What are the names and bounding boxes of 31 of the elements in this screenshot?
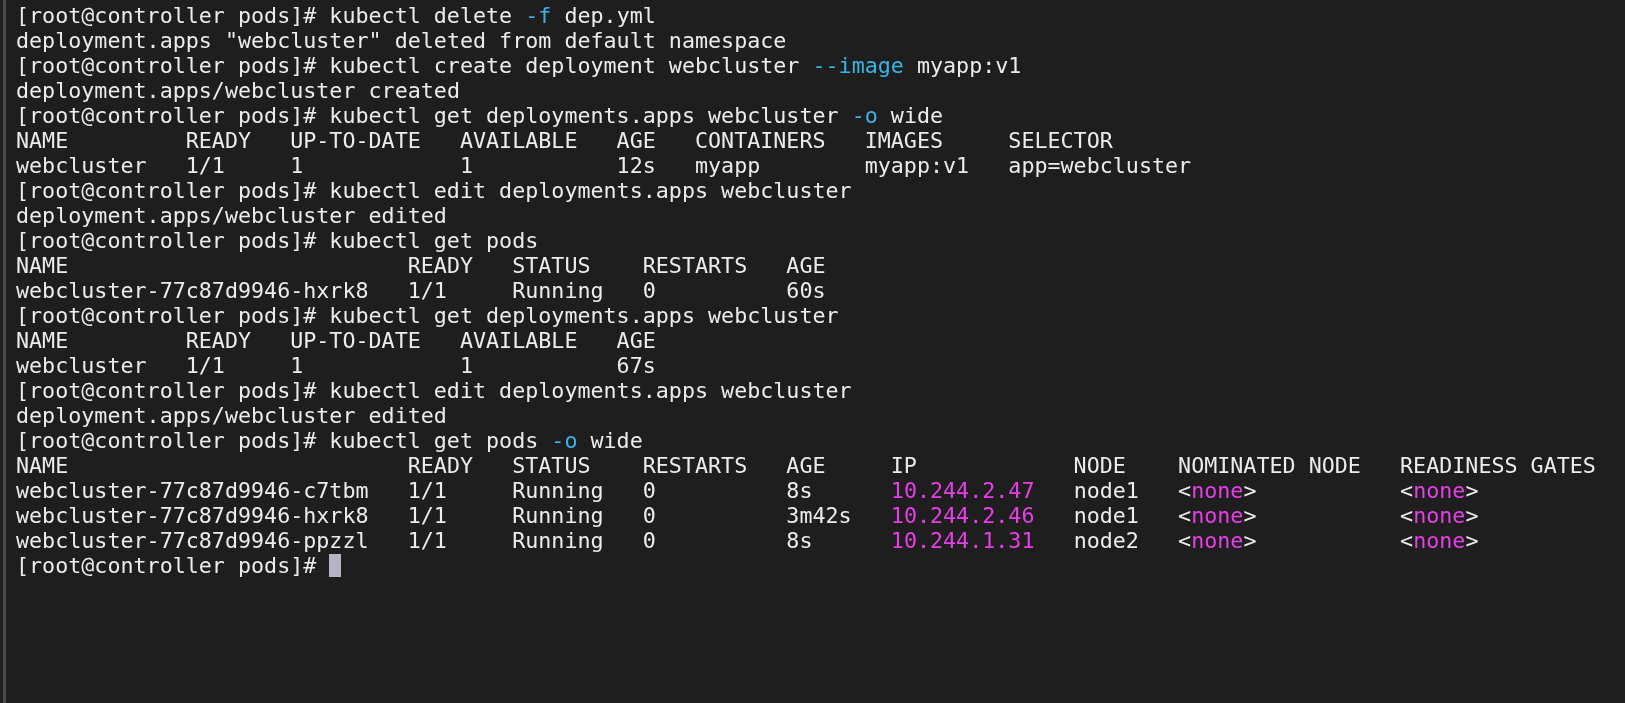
prompt-text: [root@controller pods]# — [16, 378, 317, 403]
prompt-text: [root@controller pods]# — [16, 428, 317, 453]
output-line: deployment.apps "webcluster" deleted from default namespace — [16, 28, 787, 53]
command-text: kubectl create deployment webcluster --image myapp:v1 — [329, 53, 1022, 78]
prompt-text: [root@controller pods]# — [16, 3, 317, 28]
prompt-text: [root@controller pods]# — [16, 103, 317, 128]
output-line: webcluster-77c87d9946-hxrk8 1/1 Running 0 3m42s 10.244.2.46 node1 <none> <none> — [16, 503, 1479, 528]
command-text: kubectl delete -f dep.yml — [329, 3, 656, 28]
output-line: deployment.apps/webcluster created — [16, 78, 460, 103]
output-line: NAME READY STATUS RESTARTS AGE — [16, 253, 826, 278]
prompt-text: [root@controller pods]# — [16, 228, 317, 253]
command-text: kubectl get pods -o wide — [329, 428, 643, 453]
output-line: NAME READY STATUS RESTARTS AGE IP NODE NOMINATED NODE READINESS GATES — [16, 453, 1596, 478]
command-text: kubectl edit deployments.apps webcluster — [329, 378, 852, 403]
output-line: webcluster 1/1 1 1 12s myapp myapp:v1 app=webcluster — [16, 153, 1192, 178]
output-line: webcluster-77c87d9946-c7tbm 1/1 Running 0 8s 10.244.2.47 node1 <none> <none> — [16, 478, 1479, 503]
output-line: NAME READY UP-TO-DATE AVAILABLE AGE CONTAINERS IMAGES SELECTOR — [16, 128, 1113, 153]
output-line: webcluster-77c87d9946-hxrk8 1/1 Running 0 60s — [16, 278, 826, 303]
output-line: deployment.apps/webcluster edited — [16, 203, 447, 228]
command-text: kubectl edit deployments.apps webcluster — [329, 178, 852, 203]
command-text: kubectl get deployments.apps webcluster — [329, 303, 839, 328]
prompt-text: [root@controller pods]# — [16, 553, 317, 578]
command-text: kubectl get deployments.apps webcluster -o wide — [329, 103, 944, 128]
prompt-text: [root@controller pods]# — [16, 303, 317, 328]
output-line: webcluster 1/1 1 1 67s — [16, 353, 656, 378]
prompt-text: [root@controller pods]# — [16, 53, 317, 78]
command-text: kubectl get pods — [329, 228, 539, 253]
output-line: webcluster-77c87d9946-ppzzl 1/1 Running 0 8s 10.244.1.31 node2 <none> <none> — [16, 528, 1479, 553]
prompt-text: [root@controller pods]# — [16, 178, 317, 203]
output-line: deployment.apps/webcluster edited — [16, 403, 447, 428]
output-line: NAME READY UP-TO-DATE AVAILABLE AGE — [16, 328, 656, 353]
